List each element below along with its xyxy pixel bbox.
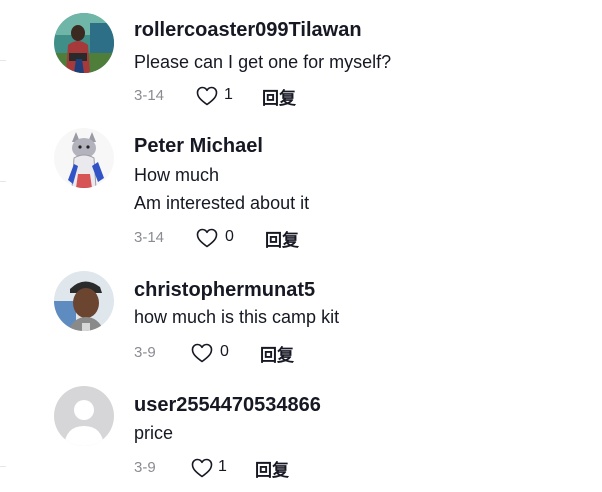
comment-date: 3-9: [134, 344, 156, 361]
comment-text: Please can I get one for myself?: [134, 52, 392, 72]
comment-text: Am interested about it: [134, 193, 310, 213]
divider: [0, 466, 6, 467]
heart-icon: [191, 343, 213, 363]
avatar[interactable]: [54, 13, 114, 73]
like-button[interactable]: [195, 84, 219, 108]
heart-icon: [196, 228, 218, 248]
comment-date: 3-9: [134, 459, 156, 476]
illustrated-cat-avatar-icon: [54, 128, 114, 188]
reply-button[interactable]: 回复: [262, 84, 296, 109]
like-button[interactable]: [190, 341, 214, 365]
comment-username[interactable]: christophermunat5: [134, 277, 592, 303]
reply-button[interactable]: 回复: [255, 456, 289, 481]
comment-meta: 3-14 0 回复: [134, 226, 334, 251]
comment-date: 3-14: [134, 87, 165, 104]
like-button[interactable]: [195, 226, 219, 250]
comment-list: rollercoaster099Tilawan Please can I get…: [0, 0, 602, 492]
like-button[interactable]: [190, 456, 214, 480]
comment-meta: 3-9 0 回复: [134, 341, 334, 366]
reply-button[interactable]: 回复: [260, 341, 294, 366]
heart-icon: [196, 86, 218, 106]
avatar[interactable]: [54, 271, 114, 331]
default-avatar-icon: [54, 386, 114, 446]
divider: [0, 181, 6, 182]
avatar[interactable]: [54, 128, 114, 188]
comment-text: how much is this camp kit: [134, 307, 340, 327]
like-count: 0: [225, 228, 234, 245]
comment-meta: 3-9 1 回复: [134, 456, 334, 481]
comment-date: 3-14: [134, 229, 165, 246]
user-photo-avatar-icon: [54, 271, 114, 331]
like-count: 1: [224, 86, 233, 103]
comment-text: price: [134, 423, 174, 443]
user-photo-avatar-icon: [54, 13, 114, 73]
avatar[interactable]: [54, 386, 114, 446]
like-count: 1: [218, 458, 227, 475]
comment-text: How much: [134, 165, 220, 185]
divider: [0, 60, 6, 61]
reply-button[interactable]: 回复: [265, 226, 299, 251]
heart-icon: [191, 458, 213, 478]
comment-username[interactable]: user2554470534866: [134, 392, 592, 418]
comment-username[interactable]: Peter Michael: [134, 133, 592, 159]
comment-meta: 3-14 1 回复: [134, 84, 334, 109]
like-count: 0: [220, 343, 229, 360]
comment-username[interactable]: rollercoaster099Tilawan: [134, 17, 592, 43]
